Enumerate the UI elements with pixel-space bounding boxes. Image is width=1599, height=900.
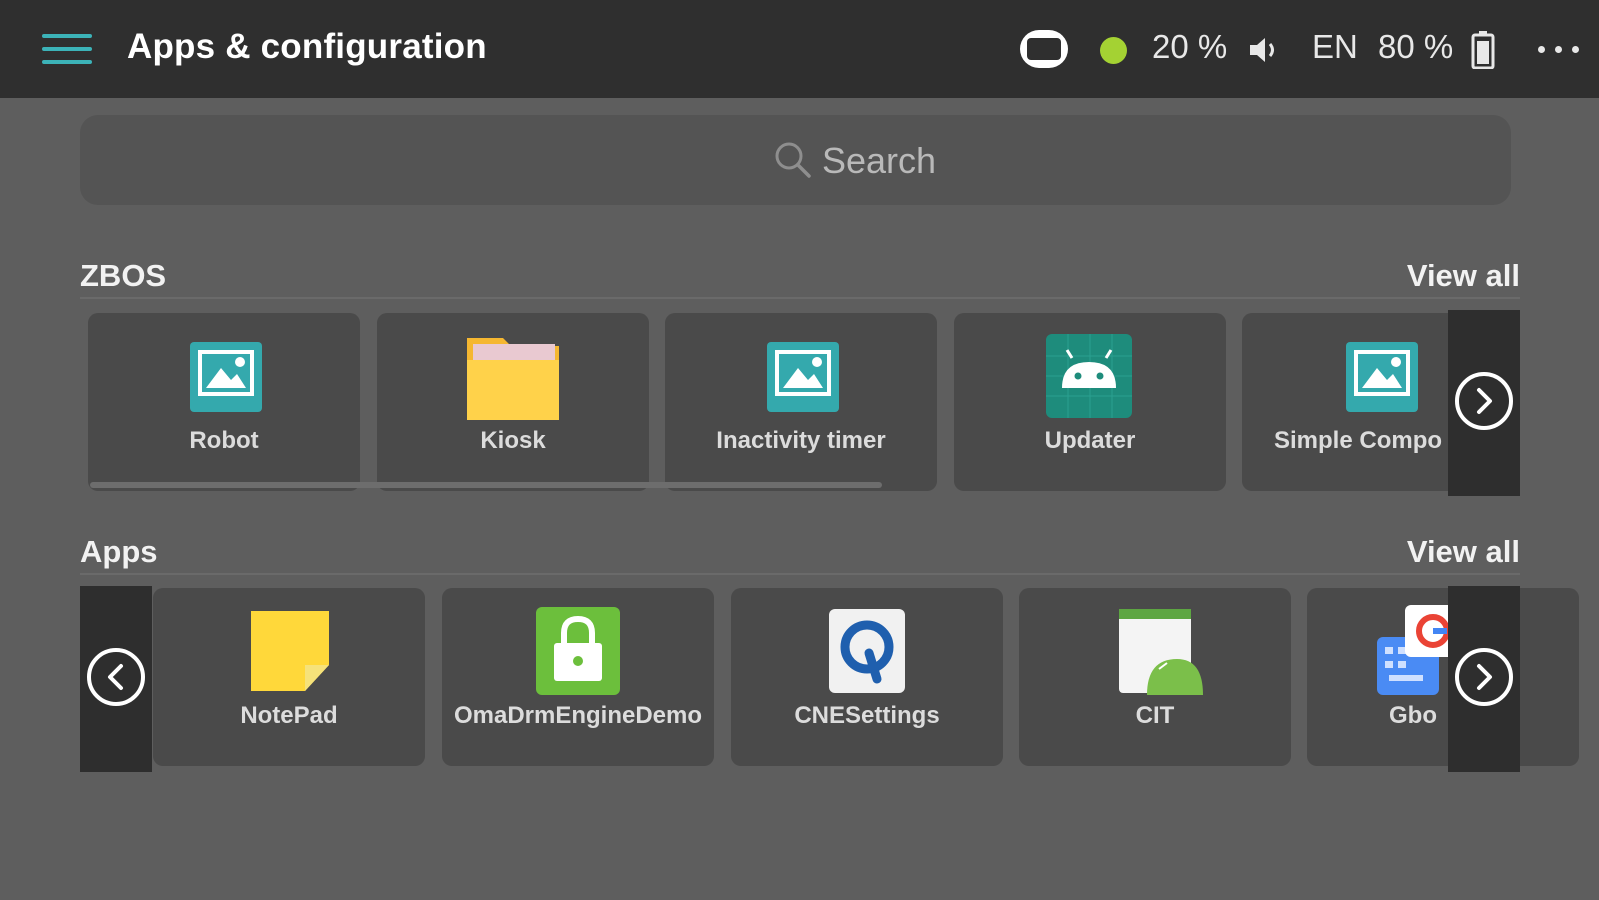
battery-icon (1471, 31, 1495, 69)
more-options-icon[interactable] (1536, 34, 1584, 64)
image-placeholder-icon (190, 342, 262, 412)
folder-icon (467, 338, 559, 420)
volume-percent: 20 % (1152, 28, 1228, 65)
connection-status-dot (1100, 37, 1127, 64)
display-mode-icon[interactable] (1017, 25, 1071, 73)
apps-scroll-right-button[interactable] (1448, 586, 1520, 772)
lock-icon (536, 607, 620, 695)
tile-label: Kiosk (480, 427, 546, 454)
tile-label: Robot (189, 427, 259, 454)
app-tile-cit[interactable]: CIT (1019, 588, 1291, 766)
app-tile-gboard[interactable]: Gbo (1307, 588, 1579, 766)
app-tile-cnesettings[interactable]: CNESettings (731, 588, 1003, 766)
chevron-right-icon (1455, 648, 1513, 706)
tile-label: OmaDrmEngineDemo (453, 702, 703, 729)
section-title-zbos: ZBOS (80, 258, 167, 293)
battery-percent: 80 % (1378, 28, 1454, 65)
zbos-tile-kiosk[interactable]: Kiosk (377, 313, 649, 491)
section-title-apps: Apps (80, 534, 158, 569)
zbos-tile-inactivity-timer[interactable]: Inactivity timer (665, 313, 937, 491)
section-divider (80, 573, 1520, 575)
speaker-icon[interactable] (1248, 36, 1282, 64)
image-placeholder-icon (1346, 342, 1418, 412)
android-cit-icon (1119, 609, 1203, 695)
sticky-note-icon (251, 611, 329, 691)
app-tile-notepad[interactable]: NotePad (153, 588, 425, 766)
chevron-left-icon (87, 648, 145, 706)
chevron-right-icon (1455, 372, 1513, 430)
apps-scroll-left-button[interactable] (80, 586, 152, 772)
qualcomm-q-icon (829, 609, 905, 693)
zbos-view-all-link[interactable]: View all (1320, 258, 1520, 294)
android-robot-icon (1046, 334, 1132, 418)
tile-label: CNESettings (794, 702, 940, 729)
hamburger-menu-icon[interactable] (42, 30, 94, 68)
tile-label: Inactivity timer (716, 427, 886, 454)
zbos-tile-updater[interactable]: Updater (954, 313, 1226, 491)
search-icon (775, 142, 811, 178)
image-placeholder-icon (767, 342, 839, 412)
zbos-scroll-right-button[interactable] (1448, 310, 1520, 496)
top-bar: Apps & configuration 20 % EN 80 % (0, 0, 1599, 98)
app-tile-omadrmenginedemo[interactable]: OmaDrmEngineDemo (442, 588, 714, 766)
apps-view-all-link[interactable]: View all (1320, 534, 1520, 570)
tile-label: NotePad (240, 702, 338, 729)
page-title: Apps & configuration (127, 27, 487, 66)
search-placeholder: Search (822, 140, 937, 181)
search-bar[interactable]: Search (80, 115, 1511, 205)
tile-label: CIT (1135, 702, 1175, 729)
section-divider (80, 297, 1520, 299)
language-indicator[interactable]: EN (1312, 28, 1358, 66)
zbos-scrollbar[interactable] (90, 482, 882, 488)
zbos-tile-robot[interactable]: Robot (88, 313, 360, 491)
tile-label: Updater (1044, 427, 1136, 454)
